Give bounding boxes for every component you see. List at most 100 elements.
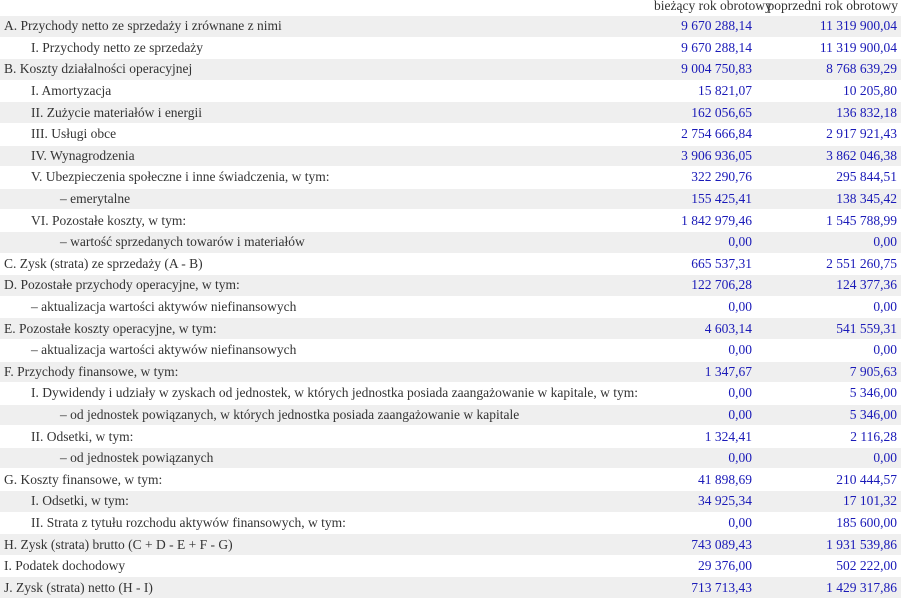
table-row: – emerytalne 155 425,41 138 345,42: [0, 188, 901, 211]
row-label: A. Przychody netto ze sprzedaży i zrówna…: [0, 16, 654, 38]
row-label: II. Odsetki, w tym:: [0, 425, 654, 448]
table-row: H. Zysk (strata) brutto (C + D - E + F -…: [0, 533, 901, 556]
table-row: I. Przychody netto ze sprzedaży 9 670 288…: [0, 37, 901, 60]
current-year-value: 122 706,28: [654, 274, 755, 297]
table-row: J. Zysk (strata) netto (H - I) 713 713,43…: [0, 576, 901, 600]
previous-year-value: 138 345,42: [755, 188, 901, 211]
current-year-value: 9 004 750,83: [654, 58, 755, 81]
row-label: C. Zysk (strata) ze sprzedaży (A - B): [0, 253, 654, 276]
previous-year-value: 124 377,36: [755, 274, 901, 297]
row-label: V. Ubezpieczenia społeczne i inne świadc…: [0, 166, 654, 189]
current-year-value: 4 603,14: [654, 317, 755, 340]
table-row: A. Przychody netto ze sprzedaży i zrówna…: [0, 16, 901, 38]
table-row: E. Pozostałe koszty operacyjne, w tym: 4 …: [0, 317, 901, 340]
row-label: J. Zysk (strata) netto (H - I): [0, 576, 654, 600]
current-year-value: 41 898,69: [654, 468, 755, 492]
current-year-value: 0,00: [654, 382, 755, 405]
current-year-value: 15 821,07: [654, 80, 755, 103]
current-year-value: 162 056,65: [654, 101, 755, 124]
table-header-row: bieżący rok obrotowy poprzedni rok obrot…: [0, 0, 901, 16]
table-row: – aktualizacja wartości aktywów niefinan…: [0, 296, 901, 319]
table-row: F. Przychody finansowe, w tym: 1 347,67 7 …: [0, 361, 901, 384]
table-row: I. Podatek dochodowy 29 376,00 502 222,00: [0, 555, 901, 578]
row-label: I. Podatek dochodowy: [0, 555, 654, 578]
row-label: I. Przychody netto ze sprzedaży: [0, 37, 654, 60]
previous-year-value: 0,00: [755, 231, 901, 254]
current-year-value: 0,00: [654, 296, 755, 319]
current-year-value: 155 425,41: [654, 188, 755, 211]
previous-year-value: 7 905,63: [755, 361, 901, 384]
row-label: F. Przychody finansowe, w tym:: [0, 361, 654, 384]
table-row: II. Strata z tytułu rozchodu aktywów fin…: [0, 512, 901, 535]
table-row: – od jednostek powiązanych 0,00 0,00: [0, 447, 901, 470]
current-year-value: 665 537,31: [654, 253, 755, 276]
table-row: III. Usługi obce 2 754 666,84 2 917 921,43: [0, 123, 901, 146]
row-label: B. Koszty działalności operacyjnej: [0, 58, 654, 81]
table-row: I. Odsetki, w tym: 34 925,34 17 101,32: [0, 490, 901, 513]
current-year-value: 34 925,34: [654, 490, 755, 513]
current-year-value: 1 842 979,46: [654, 209, 755, 232]
row-label: I. Amortyzacja: [0, 80, 654, 103]
previous-year-value: 10 205,80: [755, 80, 901, 103]
table-row: – od jednostek powiązanych, w których je…: [0, 404, 901, 427]
previous-year-value: 2 917 921,43: [755, 123, 901, 146]
previous-year-value: 5 346,00: [755, 404, 901, 427]
table-row: D. Pozostałe przychody operacyjne, w tym…: [0, 274, 901, 297]
current-year-value: 29 376,00: [654, 555, 755, 578]
current-year-value: 1 347,67: [654, 361, 755, 384]
income-statement-table: bieżący rok obrotowy poprzedni rok obrot…: [0, 0, 901, 600]
previous-year-value: 17 101,32: [755, 490, 901, 513]
row-label: IV. Wynagrodzenia: [0, 145, 654, 168]
previous-year-value: 0,00: [755, 339, 901, 362]
previous-year-value: 8 768 639,29: [755, 58, 901, 81]
current-year-value: 0,00: [654, 404, 755, 427]
row-label: – wartość sprzedanych towarów i materiał…: [0, 231, 654, 254]
previous-year-value: 185 600,00: [755, 512, 901, 535]
table-body: A. Przychody netto ze sprzedaży i zrówna…: [0, 16, 901, 600]
current-year-value: 1 324,41: [654, 425, 755, 448]
current-year-header: bieżący rok obrotowy: [654, 0, 772, 13]
table-row: II. Zużycie materiałów i energii 162 056,…: [0, 101, 901, 124]
table-row: I. Amortyzacja 15 821,07 10 205,80: [0, 80, 901, 103]
table-row: G. Koszty finansowe, w tym: 41 898,69 210 …: [0, 468, 901, 492]
current-year-value: 322 290,76: [654, 166, 755, 189]
previous-year-value: 2 116,28: [755, 425, 901, 448]
row-label: – od jednostek powiązanych: [0, 447, 654, 470]
row-label: I. Odsetki, w tym:: [0, 490, 654, 513]
current-year-value: 0,00: [654, 512, 755, 535]
previous-year-value: 1 429 317,86: [755, 576, 901, 600]
row-label: E. Pozostałe koszty operacyjne, w tym:: [0, 317, 654, 340]
current-year-value: 713 713,43: [654, 576, 755, 600]
row-label: – aktualizacja wartości aktywów niefinan…: [0, 339, 654, 362]
previous-year-value: 0,00: [755, 296, 901, 319]
previous-year-value: 136 832,18: [755, 101, 901, 124]
current-year-value: 2 754 666,84: [654, 123, 755, 146]
row-label: III. Usługi obce: [0, 123, 654, 146]
table-row: V. Ubezpieczenia społeczne i inne świadc…: [0, 166, 901, 189]
table-row: – aktualizacja wartości aktywów niefinan…: [0, 339, 901, 362]
row-label: D. Pozostałe przychody operacyjne, w tym…: [0, 274, 654, 297]
previous-year-value: 295 844,51: [755, 166, 901, 189]
current-year-value: 9 670 288,14: [654, 37, 755, 60]
row-label: – emerytalne: [0, 188, 654, 211]
previous-year-value: 1 545 788,99: [755, 209, 901, 232]
row-label: H. Zysk (strata) brutto (C + D - E + F -…: [0, 533, 654, 556]
previous-year-value: 11 319 900,04: [755, 37, 901, 60]
current-year-value: 9 670 288,14: [654, 16, 755, 38]
table-row: VI. Pozostałe koszty, w tym: 1 842 979,46…: [0, 209, 901, 232]
previous-year-value: 11 319 900,04: [755, 16, 901, 38]
table-row: I. Dywidendy i udziały w zyskach od jedn…: [0, 382, 901, 405]
current-year-value: 3 906 936,05: [654, 145, 755, 168]
table-row: B. Koszty działalności operacyjnej 9 004 …: [0, 58, 901, 81]
row-label: II. Zużycie materiałów i energii: [0, 101, 654, 124]
previous-year-value: 5 346,00: [755, 382, 901, 405]
table-row: – wartość sprzedanych towarów i materiał…: [0, 231, 901, 254]
table-row: II. Odsetki, w tym: 1 324,41 2 116,28: [0, 425, 901, 448]
table-row: C. Zysk (strata) ze sprzedaży (A - B) 665…: [0, 253, 901, 276]
current-year-value: 0,00: [654, 339, 755, 362]
previous-year-value: 210 444,57: [755, 468, 901, 492]
row-label: G. Koszty finansowe, w tym:: [0, 468, 654, 492]
current-year-value: 0,00: [654, 231, 755, 254]
previous-year-value: 2 551 260,75: [755, 253, 901, 276]
current-year-value: 0,00: [654, 447, 755, 470]
